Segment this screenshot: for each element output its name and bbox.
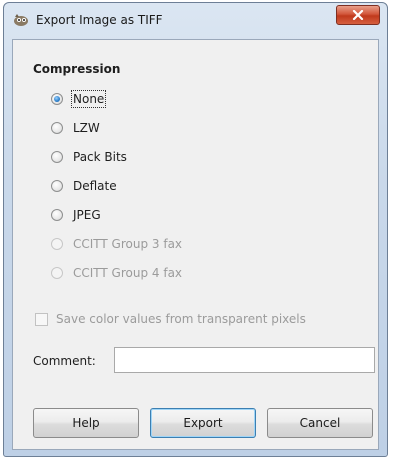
compression-heading: Compression bbox=[33, 62, 121, 76]
close-button[interactable] bbox=[336, 5, 380, 25]
radio-compression-jpeg[interactable]: JPEG bbox=[51, 206, 101, 224]
radio-label: CCITT Group 3 fax bbox=[73, 237, 183, 251]
export-button[interactable]: Export bbox=[150, 408, 256, 438]
export-button-label: Export bbox=[183, 416, 223, 430]
gimp-icon bbox=[13, 13, 29, 26]
radio-label: CCITT Group 4 fax bbox=[73, 266, 183, 280]
radio-button[interactable] bbox=[51, 122, 63, 134]
radio-label: None bbox=[70, 90, 107, 108]
comment-input[interactable] bbox=[114, 347, 375, 373]
save-color-values-option: Save color values from transparent pixel… bbox=[35, 310, 306, 328]
title-bar[interactable]: Export Image as TIFF bbox=[4, 3, 387, 39]
radio-label: Pack Bits bbox=[73, 150, 127, 164]
cancel-button[interactable]: Cancel bbox=[267, 408, 373, 438]
radio-button bbox=[51, 238, 63, 250]
cancel-button-label: Cancel bbox=[299, 416, 341, 430]
radio-compression-none[interactable]: None bbox=[51, 90, 107, 108]
radio-compression-deflate[interactable]: Deflate bbox=[51, 177, 117, 195]
radio-button[interactable] bbox=[51, 93, 63, 105]
save-color-checkbox bbox=[35, 312, 48, 326]
close-icon bbox=[352, 10, 364, 20]
comment-label: Comment: bbox=[33, 354, 96, 368]
save-color-label: Save color values from transparent pixel… bbox=[56, 312, 306, 326]
radio-button[interactable] bbox=[51, 180, 63, 192]
help-button-label: Help bbox=[72, 416, 100, 430]
help-button[interactable]: Help bbox=[33, 408, 139, 438]
radio-compression-ccitt4: CCITT Group 4 fax bbox=[51, 264, 182, 282]
radio-button[interactable] bbox=[51, 209, 63, 221]
dialog-content: Compression None LZW Pack Bits Deflate J… bbox=[12, 39, 379, 450]
radio-label: LZW bbox=[73, 121, 100, 135]
radio-button[interactable] bbox=[51, 151, 63, 163]
export-dialog-window: Export Image as TIFF Compression None LZ… bbox=[3, 2, 388, 457]
radio-compression-packbits[interactable]: Pack Bits bbox=[51, 148, 127, 166]
radio-button bbox=[51, 267, 63, 279]
window-title: Export Image as TIFF bbox=[36, 13, 163, 27]
radio-compression-ccitt3: CCITT Group 3 fax bbox=[51, 235, 182, 253]
radio-compression-lzw[interactable]: LZW bbox=[51, 119, 100, 137]
radio-label: Deflate bbox=[73, 179, 117, 193]
radio-label: JPEG bbox=[73, 208, 101, 222]
